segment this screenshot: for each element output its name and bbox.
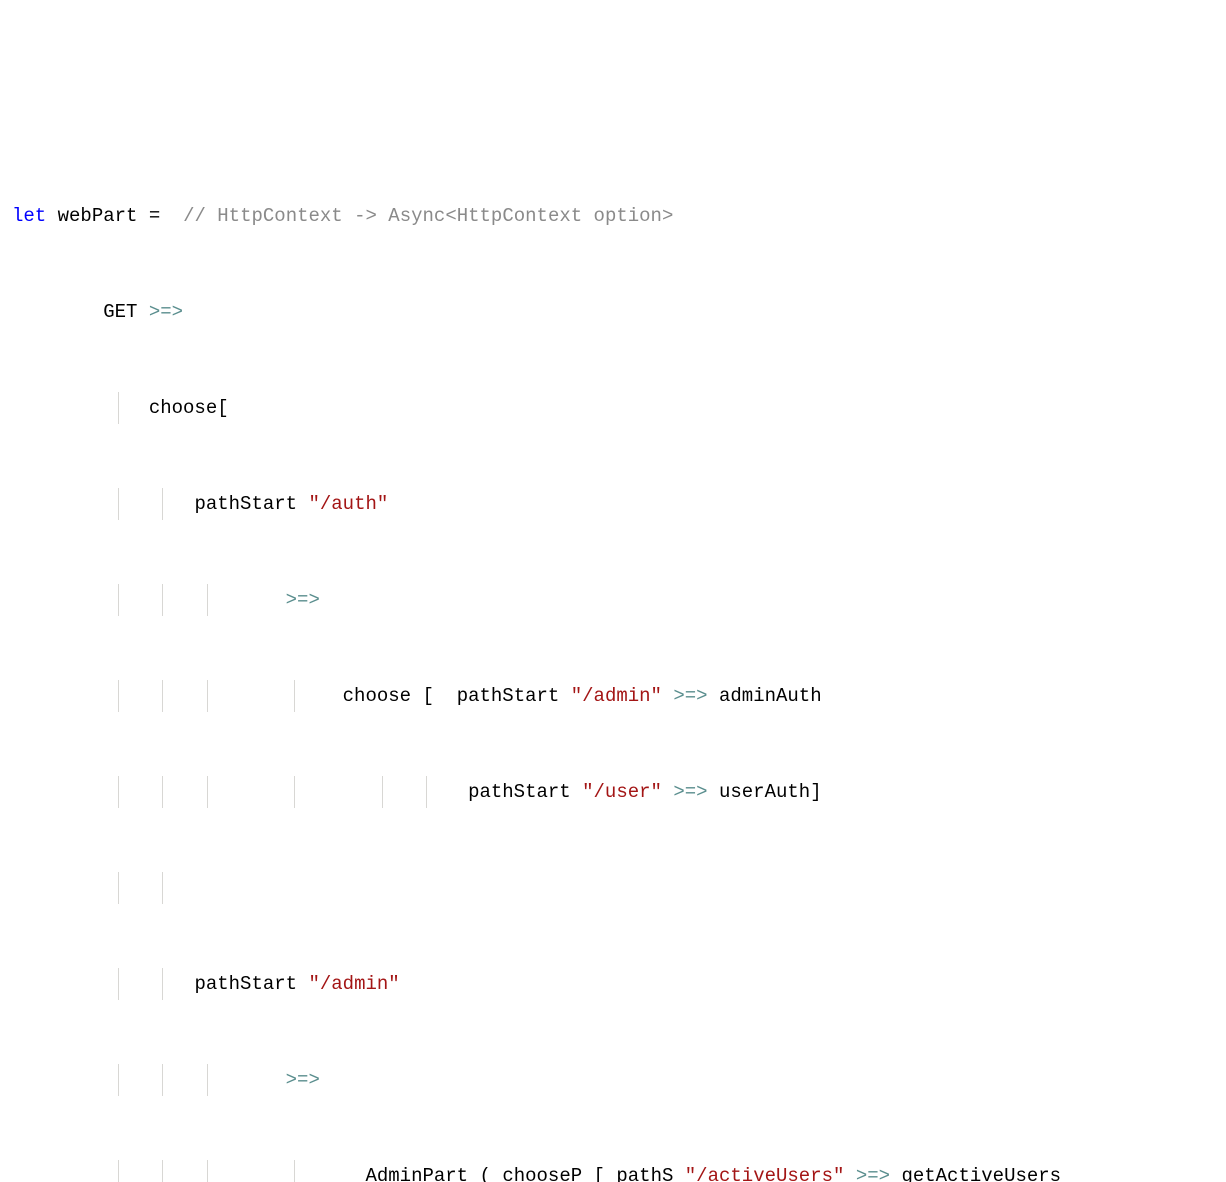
keyword-let: let: [12, 205, 46, 227]
operator-bind: >=>: [286, 1069, 320, 1091]
code-line: pathStart "/auth": [12, 488, 1214, 520]
operator-bind: >=>: [286, 589, 320, 611]
fn-choose: choose: [343, 685, 411, 707]
string-literal: "/admin": [571, 685, 662, 707]
string-literal: "/activeUsers": [685, 1165, 845, 1182]
fn-choosep: chooseP: [502, 1165, 582, 1182]
handler: userAuth: [719, 781, 810, 803]
operator-bind: >=>: [673, 685, 707, 707]
fn-paths: pathS: [616, 1165, 673, 1182]
whitespace: [434, 685, 457, 707]
code-line: let webPart = // HttpContext -> Async<Ht…: [12, 200, 1214, 232]
fn-pathstart: pathStart: [457, 685, 560, 707]
identifier-get: GET: [103, 301, 137, 323]
string-literal: "/user": [582, 781, 662, 803]
paren-open: (: [480, 1165, 491, 1182]
code-line: >=>: [12, 1064, 1214, 1096]
code-line: GET >=>: [12, 296, 1214, 328]
fn-adminpart: AdminPart: [365, 1165, 468, 1182]
fn-pathstart: pathStart: [194, 973, 297, 995]
operator-bind: >=>: [856, 1165, 890, 1182]
handler: adminAuth: [719, 685, 822, 707]
string-literal: "/auth": [308, 493, 388, 515]
code-line-blank: [12, 872, 1214, 904]
code-line: pathStart "/user" >=> userAuth]: [12, 776, 1214, 808]
code-line: AdminPart ( chooseP [ pathS "/activeUser…: [12, 1160, 1214, 1182]
operator-bind: >=>: [673, 781, 707, 803]
code-editor[interactable]: let webPart = // HttpContext -> Async<Ht…: [12, 136, 1214, 1182]
string-literal: "/admin": [308, 973, 399, 995]
code-line: choose [ pathStart "/admin" >=> adminAut…: [12, 680, 1214, 712]
handler: getActiveUsers: [901, 1165, 1061, 1182]
bracket-open: [: [422, 685, 433, 707]
fn-choose: choose: [149, 397, 217, 419]
operator-eq: =: [149, 205, 160, 227]
fn-pathstart: pathStart: [468, 781, 571, 803]
bracket-open: [: [217, 397, 228, 419]
identifier: webPart: [58, 205, 138, 227]
bracket-open: [: [594, 1165, 605, 1182]
code-line: >=>: [12, 584, 1214, 616]
operator-bind: >=>: [149, 301, 183, 323]
bracket-close: ]: [810, 781, 821, 803]
fn-pathstart: pathStart: [194, 493, 297, 515]
code-line: pathStart "/admin": [12, 968, 1214, 1000]
comment: // HttpContext -> Async<HttpContext opti…: [183, 205, 673, 227]
code-line: choose[: [12, 392, 1214, 424]
